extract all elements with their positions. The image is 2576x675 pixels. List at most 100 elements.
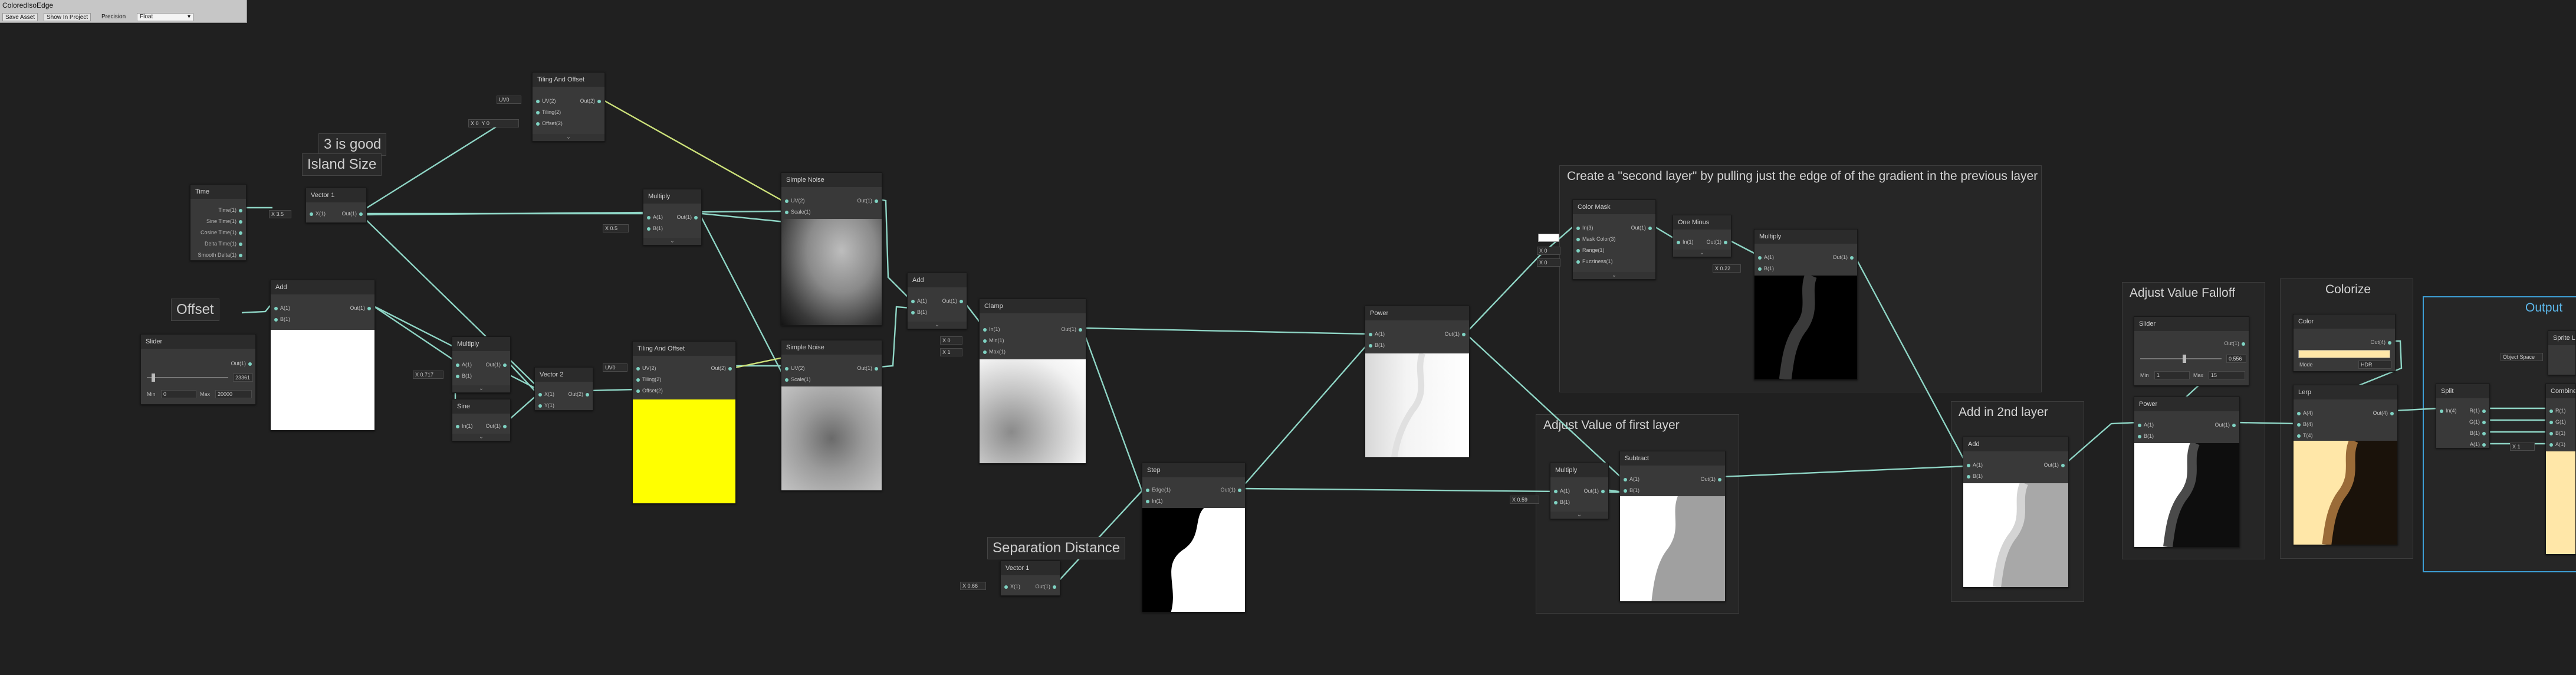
b-field[interactable]: X 0.717 — [413, 371, 443, 379]
max-port[interactable]: Max(1) — [983, 349, 1006, 355]
a-port[interactable]: A(1) — [1624, 476, 1639, 482]
simple-noise-top-node[interactable]: Simple Noise UV(2) Scale(1) Out(1) — [781, 172, 882, 326]
g-port[interactable]: G(1) — [2549, 419, 2566, 425]
b-port[interactable]: B(4) — [2297, 421, 2313, 427]
range-port[interactable]: Range(1) — [1576, 247, 1605, 253]
max-field[interactable]: 15 — [2209, 371, 2245, 379]
r-port[interactable]: R(1) — [2470, 408, 2486, 414]
min-field[interactable]: 1 — [2154, 371, 2190, 379]
a-port[interactable]: A(1) — [2549, 441, 2565, 447]
slider-falloff-node[interactable]: Slider Out(1) 0.556 Min 1 Max 15 — [2134, 316, 2249, 386]
a-port[interactable]: A(1) — [647, 214, 663, 220]
offset-port[interactable]: Offset(2) — [536, 120, 563, 126]
out-port[interactable]: Out(1) — [1832, 254, 1854, 260]
subtract-node[interactable]: Subtract A(1) B(1) Out(1) — [1619, 451, 1726, 602]
smooth-delta-port[interactable]: Smooth Delta(1) — [198, 252, 242, 258]
b-port[interactable]: B(1) — [456, 373, 472, 379]
one-minus-node[interactable]: One Minus In(1) Out(1) ⌄ — [1673, 215, 1731, 257]
a-port[interactable]: A(1) — [1758, 254, 1774, 260]
scale-port[interactable]: Scale(1) — [785, 209, 811, 215]
mode-select[interactable]: HDR — [2358, 361, 2391, 369]
slider-value-field[interactable]: 0.556 — [2226, 355, 2246, 363]
slider-track[interactable] — [147, 377, 228, 378]
out-port[interactable]: Out(2) — [711, 365, 732, 371]
vector1-island-node[interactable]: Vector 1 X(1) Out(1) — [305, 188, 367, 223]
chevron-down-icon[interactable]: ⌄ — [533, 134, 604, 141]
out-port[interactable]: Out(1) — [485, 423, 507, 429]
vector1-value-field[interactable]: X 0.66 — [960, 582, 986, 590]
uv-port[interactable]: UV(2) — [636, 365, 656, 371]
fuzziness-port[interactable]: Fuzziness(1) — [1576, 258, 1613, 264]
sticky-note-good[interactable]: 3 is good — [318, 133, 387, 156]
time-node[interactable]: Time Time(1) Sine Time(1) Cosine Time(1)… — [190, 184, 247, 261]
x-input-port[interactable]: X(1) — [1004, 584, 1020, 589]
uv-port[interactable]: UV(2) — [785, 198, 805, 204]
power-mid-node[interactable]: Power A(1) B(1) Out(1) — [1365, 306, 1470, 457]
chevron-down-icon[interactable]: ⌄ — [643, 238, 701, 245]
out-port[interactable]: Out(1) — [1220, 487, 1241, 493]
slider-track[interactable] — [2140, 358, 2222, 359]
b-field[interactable]: X 0.22 — [1713, 264, 1741, 273]
max-field[interactable]: X 1 — [940, 348, 962, 356]
mask-color-swatch[interactable] — [1538, 234, 1559, 242]
step-node[interactable]: Step Edge(1) In(1) Out(1) — [1142, 463, 1246, 612]
chevron-down-icon[interactable]: ⌄ — [452, 434, 510, 441]
b-port[interactable]: B(1) — [274, 316, 290, 322]
sticky-note-separation[interactable]: Separation Distance — [987, 537, 1126, 559]
sticky-note-island-size[interactable]: Island Size — [302, 153, 382, 176]
slider-handle[interactable] — [152, 373, 155, 382]
split-node[interactable]: Split In(4) R(1) G(1) B(1) A(1) — [2436, 384, 2490, 448]
a-port[interactable]: A(1) — [274, 305, 290, 311]
chevron-down-icon[interactable]: ⌄ — [1573, 272, 1655, 279]
edge-port[interactable]: Edge(1) — [1146, 487, 1171, 493]
vector1-value-field[interactable]: X 3.5 — [269, 210, 291, 218]
out-port[interactable]: Out(2) — [580, 98, 601, 104]
combine-node[interactable]: Combine R(1) G(1) B(1) A(1) — [2545, 384, 2576, 555]
in-port[interactable]: In(3) — [1576, 225, 1593, 231]
uv-port[interactable]: UV(2) — [785, 365, 805, 371]
y-port[interactable]: Y(1) — [538, 402, 554, 408]
chevron-down-icon[interactable]: ⌄ — [1550, 512, 1608, 519]
b-port[interactable]: B(1) — [1624, 487, 1639, 493]
uv-field[interactable]: UV0 — [497, 96, 521, 104]
tiling-port[interactable]: Tiling(2) — [536, 109, 561, 115]
out-port[interactable]: Out(1) — [341, 211, 363, 217]
in-port[interactable]: In(1) — [456, 423, 473, 429]
tiling-offset-top-node[interactable]: Tiling And Offset UV(2) Tiling(2) Offset… — [532, 72, 605, 142]
uv-field[interactable]: UV0 — [603, 363, 627, 372]
a-field[interactable]: X 1 — [2510, 443, 2535, 451]
out-port[interactable]: Out(1) — [857, 198, 878, 204]
multiply-mid-node[interactable]: Multiply A(1) B(1) Out(1) ⌄ — [452, 336, 511, 393]
tiling-offset-bottom-node[interactable]: Tiling And Offset UV(2) Tiling(2) Offset… — [632, 341, 736, 504]
add-left-node[interactable]: Add A(1) B(1) Out(1) — [270, 280, 375, 431]
out-port[interactable]: Out(1) — [485, 362, 507, 368]
multiply-top-node[interactable]: Multiply A(1) B(1) Out(1) ⌄ — [643, 189, 702, 245]
add-mid-node[interactable]: Add A(1) B(1) Out(1) ⌄ — [907, 273, 967, 329]
out-port[interactable]: Out(1) — [2214, 422, 2236, 428]
out-port[interactable]: Out(1) — [2043, 462, 2065, 468]
out-port[interactable]: Out(1) — [1444, 331, 1466, 337]
offset-field[interactable]: X 0 Y 0 — [468, 119, 519, 127]
chevron-down-icon[interactable]: ⌄ — [1673, 250, 1731, 257]
a-port[interactable]: A(1) — [1554, 488, 1570, 494]
object-space-field[interactable]: Object Space — [2501, 353, 2543, 361]
min-field[interactable]: X 0 — [940, 336, 962, 345]
out-port[interactable]: Out(1) — [1706, 239, 1727, 245]
out-port[interactable]: Out(4) — [2370, 339, 2391, 345]
max-field[interactable]: 20000 — [215, 390, 252, 398]
in-port[interactable]: In(4) — [2440, 408, 2457, 414]
x-port[interactable]: X(1) — [538, 391, 554, 397]
in-port[interactable]: In(1) — [1677, 239, 1694, 245]
out-port[interactable]: Out(1) — [942, 298, 963, 304]
b-port[interactable]: B(1) — [1554, 499, 1570, 505]
simple-noise-bottom-node[interactable]: Simple Noise UV(2) Scale(1) Out(1) — [781, 340, 882, 491]
out-port[interactable]: Out(1) — [1583, 488, 1605, 494]
a-port[interactable]: A(1) — [1369, 331, 1385, 337]
a-port[interactable]: A(1) — [1967, 462, 1983, 468]
a-port[interactable]: A(1) — [2138, 422, 2154, 428]
slider-node[interactable]: Slider Out(1) 23361 Min 0 Max 20000 — [140, 334, 256, 405]
x-input-port[interactable]: X(1) — [310, 211, 326, 217]
a-port[interactable]: A(1) — [2470, 441, 2486, 447]
time-port[interactable]: Time(1) — [218, 207, 242, 213]
clamp-node[interactable]: Clamp In(1) Min(1) Max(1) Out(1) — [979, 299, 1086, 464]
